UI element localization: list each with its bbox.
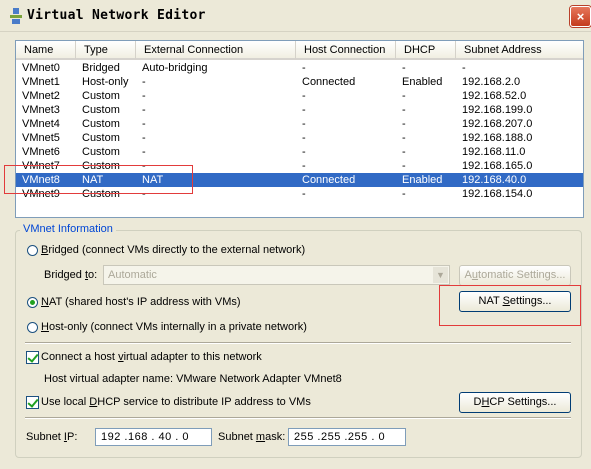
cell-host-connection: Connected [302,76,356,88]
automatic-settings-button[interactable]: Automatic Settings... [459,265,571,286]
cell-subnet-address: - [462,62,466,74]
cell-host-connection: - [302,132,306,144]
cell-subnet-address: 192.168.165.0 [462,160,533,172]
cell-host-connection: - [302,118,306,130]
network-list-header: Name Type External Connection Host Conne… [16,41,583,61]
table-row[interactable]: VMnet5 Custom - - - 192.168.188.0 [16,131,583,145]
table-row[interactable]: VMnet6 Custom - - - 192.168.11.0 [16,145,583,159]
separator [25,417,571,419]
cell-host-connection: Connected [302,174,356,186]
subnet-ip-input[interactable]: 192 .168 . 40 . 0 [95,428,212,446]
column-header-external-connection[interactable]: External Connection [136,41,296,60]
bridged-radio-label[interactable]: Bridged (connect VMs directly to the ext… [41,244,305,256]
cell-subnet-address: 192.168.207.0 [462,118,533,130]
cell-dhcp: - [402,188,406,200]
close-button[interactable]: × [570,6,591,27]
table-row[interactable]: VMnet0 Bridged Auto-bridging - - - [16,61,583,75]
connect-adapter-label[interactable]: Connect a host virtual adapter to this n… [41,351,262,363]
vmnet-information-legend: VMnet Information [20,223,116,235]
cell-subnet-address: 192.168.199.0 [462,104,533,116]
cell-dhcp: Enabled [402,76,443,88]
table-row[interactable]: VMnet4 Custom - - - 192.168.207.0 [16,117,583,131]
cell-name: VMnet5 [22,132,60,144]
nat-radio-label[interactable]: NAT (shared host's IP address with VMs) [41,296,241,308]
column-header-subnet-address[interactable]: Subnet Address [456,41,583,60]
column-header-name[interactable]: Name [16,41,76,60]
subnet-ip-label: Subnet IP: [26,431,78,443]
cell-host-connection: - [302,146,306,158]
cell-name: VMnet3 [22,104,60,116]
cell-dhcp: - [402,132,406,144]
cell-dhcp: - [402,90,406,102]
cell-type: Custom [82,132,120,144]
cell-name: VMnet2 [22,90,60,102]
cell-host-connection: - [302,104,306,116]
window-title: Virtual Network Editor [27,8,206,23]
cell-subnet-address: 192.168.40.0 [462,174,527,186]
cell-type: Bridged [82,62,120,74]
column-header-host-connection[interactable]: Host Connection [296,41,396,60]
subnet-mask-label: Subnet mask: [218,431,286,443]
host-adapter-name: Host virtual adapter name: VMware Networ… [44,373,342,385]
cell-subnet-address: 192.168.154.0 [462,188,533,200]
bridged-to-value: Automatic [108,269,157,281]
table-row[interactable]: VMnet2 Custom - - - 192.168.52.0 [16,89,583,103]
cell-external-connection: Auto-bridging [142,62,208,74]
cell-name: VMnet4 [22,118,60,130]
cell-dhcp: Enabled [402,174,443,186]
cell-host-connection: - [302,160,306,172]
cell-external-connection: - [142,118,146,130]
cell-subnet-address: 192.168.52.0 [462,90,527,102]
cell-host-connection: - [302,62,306,74]
cell-dhcp: - [402,118,406,130]
cell-external-connection: - [142,146,146,158]
highlight-box-nat-settings [439,285,581,326]
table-row[interactable]: VMnet3 Custom - - - 192.168.199.0 [16,103,583,117]
title-bar[interactable]: Virtual Network Editor × [0,0,591,32]
cell-name: VMnet1 [22,76,60,88]
cell-external-connection: - [142,104,146,116]
column-header-dhcp[interactable]: DHCP [396,41,456,60]
chevron-down-icon[interactable]: ▼ [433,267,448,283]
highlight-box-vmnet8 [4,165,193,194]
cell-host-connection: - [302,188,306,200]
cell-type: Custom [82,104,120,116]
cell-external-connection: - [142,76,146,88]
nat-radio[interactable] [27,297,38,308]
bridged-radio[interactable] [27,245,38,256]
cell-subnet-address: 192.168.2.0 [462,76,521,88]
column-header-type[interactable]: Type [76,41,136,60]
host-only-radio[interactable] [27,322,38,333]
cell-dhcp: - [402,146,406,158]
cell-type: Custom [82,146,120,158]
cell-type: Host-only [82,76,129,88]
use-dhcp-checkbox[interactable] [26,396,39,409]
cell-subnet-address: 192.168.11.0 [462,146,526,158]
bridged-to-label: Bridged to: [44,269,98,281]
cell-type: Custom [82,90,120,102]
cell-name: VMnet0 [22,62,60,74]
cell-subnet-address: 192.168.188.0 [462,132,533,144]
host-only-radio-label[interactable]: Host-only (connect VMs internally in a p… [41,321,307,333]
cell-dhcp: - [402,160,406,172]
subnet-mask-input[interactable]: 255 .255 .255 . 0 [288,428,406,446]
dhcp-settings-button[interactable]: DHCP Settings... [459,392,571,413]
network-editor-icon [10,8,22,24]
cell-name: VMnet6 [22,146,60,158]
cell-external-connection: - [142,90,146,102]
cell-dhcp: - [402,104,406,116]
table-row[interactable]: VMnet1 Host-only - Connected Enabled 192.168.… [16,75,583,89]
cell-host-connection: - [302,90,306,102]
connect-adapter-checkbox[interactable] [26,351,39,364]
bridged-to-select[interactable]: Automatic ▼ [103,265,450,285]
cell-external-connection: - [142,132,146,144]
cell-dhcp: - [402,62,406,74]
use-dhcp-label[interactable]: Use local DHCP service to distribute IP … [41,396,311,408]
separator [25,342,571,344]
cell-type: Custom [82,118,120,130]
